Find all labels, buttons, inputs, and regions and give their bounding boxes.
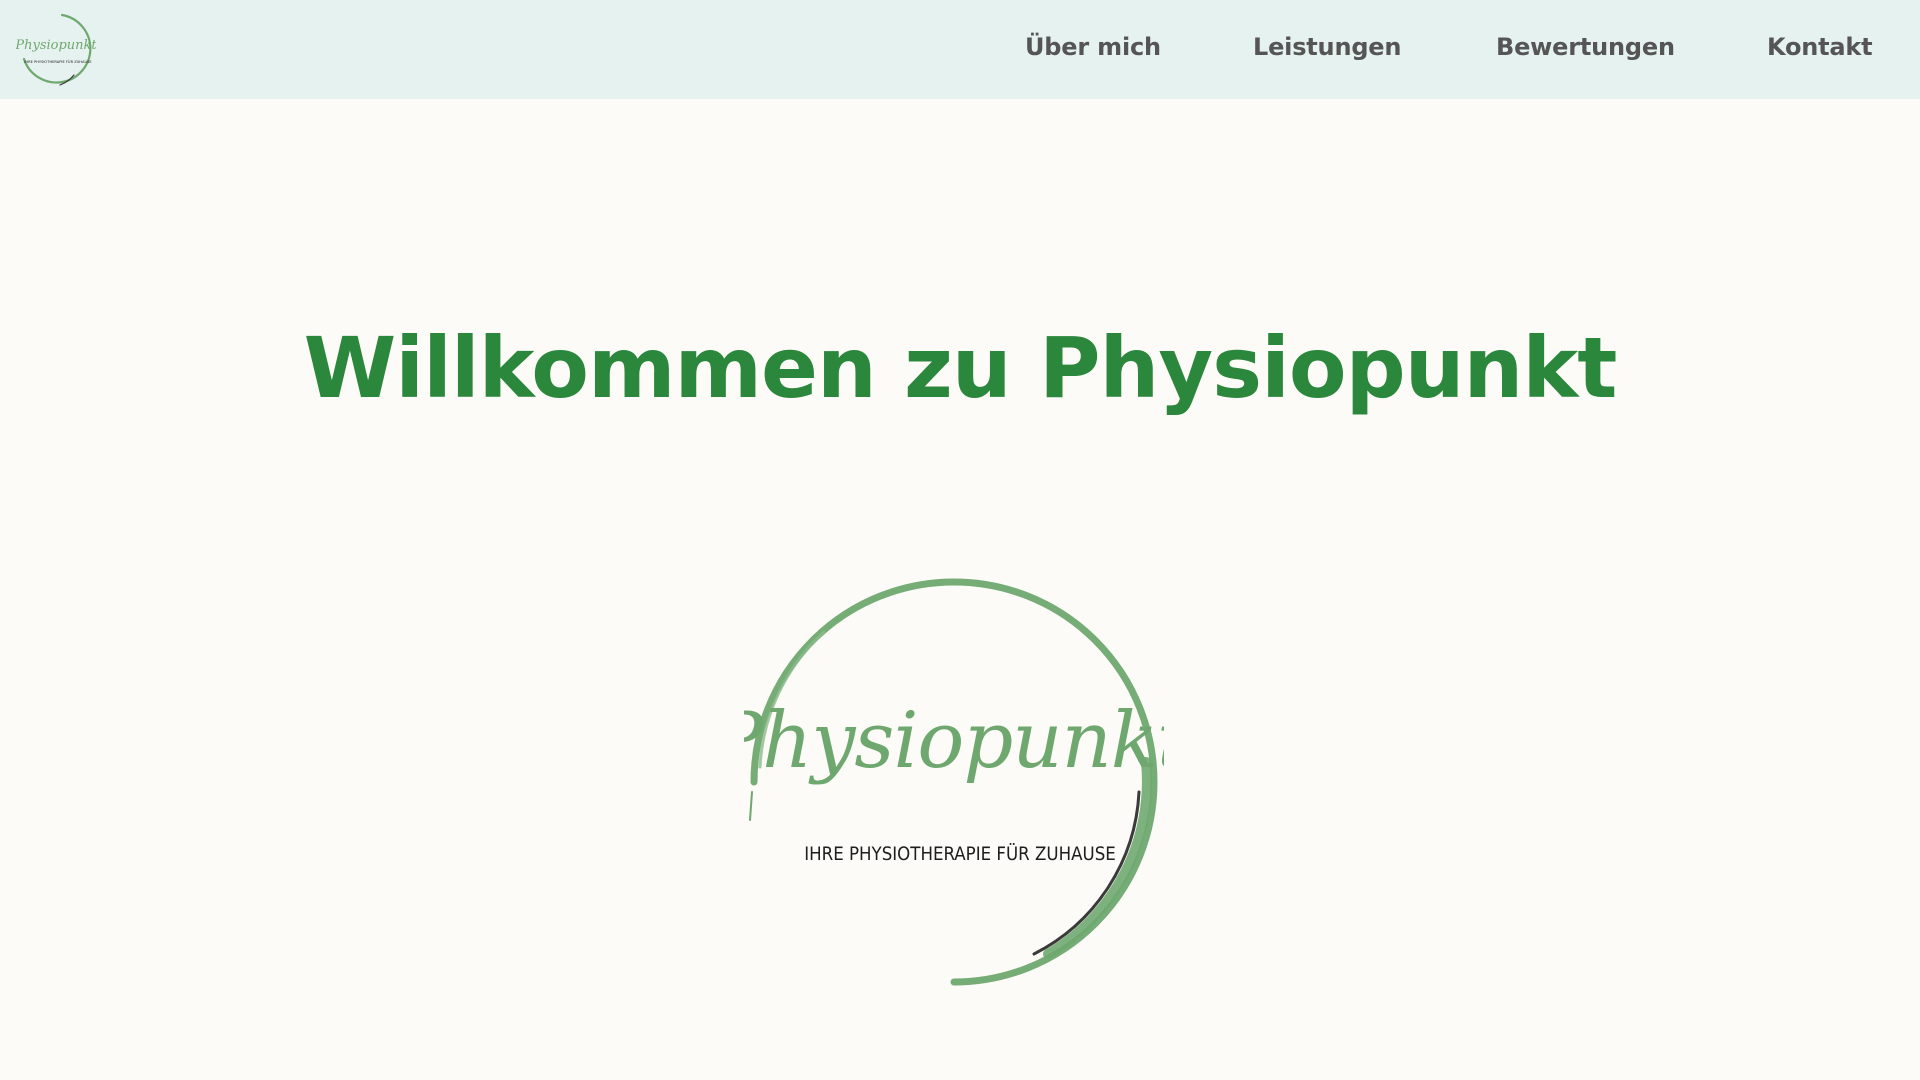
nav-link-leistungen[interactable]: Leistungen [1253, 33, 1401, 61]
logo-circle-tail [749, 791, 753, 821]
logo-tagline: IHRE PHYSIOTHERAPIE FÜR ZUHAUSE [804, 843, 1116, 865]
physiopunkt-hero-logo: Physiopunkt IHRE PHYSIOTHERAPIE FÜR ZUHA… [744, 578, 1164, 986]
hero-title: Willkommen zu Physiopunkt [303, 319, 1618, 417]
nav-link-bewertungen[interactable]: Bewertungen [1496, 33, 1675, 61]
main-nav: Über mich Leistungen Bewertungen Kontakt [0, 0, 1920, 99]
nav-link-ueber-mich[interactable]: Über mich [1025, 33, 1161, 61]
top-navigation-bar: Physiopunkt IHRE PHYSIOTHERAPIE FÜR ZUHA… [0, 0, 1920, 99]
nav-link-kontakt[interactable]: Kontakt [1767, 33, 1873, 61]
logo-wordmark: Physiopunkt [744, 696, 1164, 786]
